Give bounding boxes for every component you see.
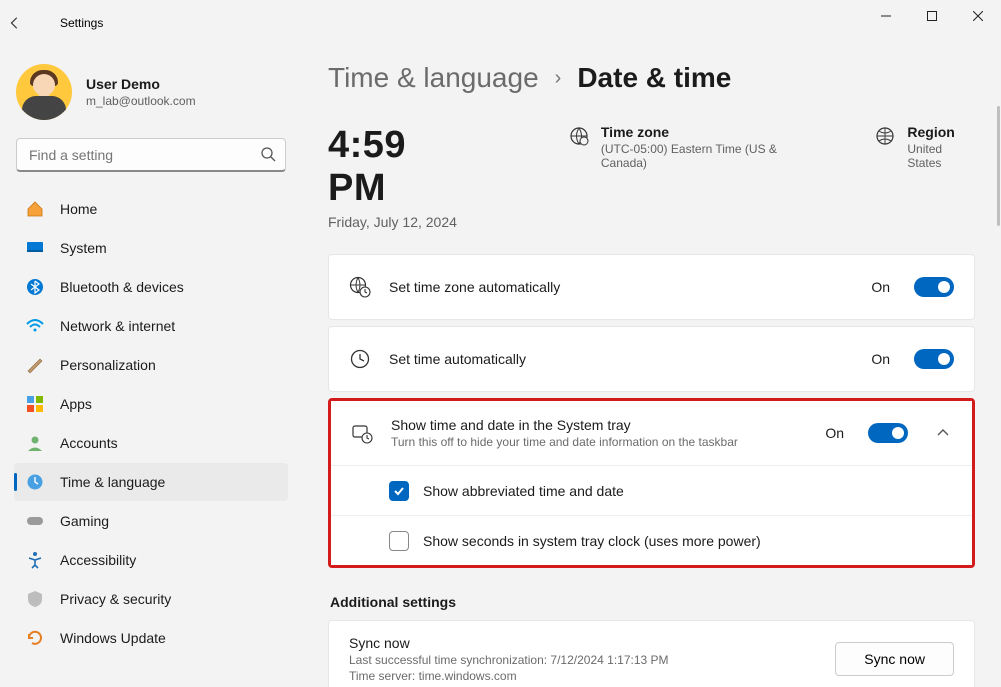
sidebar-item-label: Accessibility [60, 552, 136, 568]
sidebar-item-label: Home [60, 201, 97, 217]
row-auto-timezone[interactable]: Set time zone automatically On [328, 254, 975, 320]
globe-clock-icon [349, 276, 371, 298]
checkbox-label: Show seconds in system tray clock (uses … [423, 533, 761, 549]
update-icon [26, 629, 44, 647]
clock-icon [349, 348, 371, 370]
sidebar-item-label: Bluetooth & devices [60, 279, 184, 295]
region-label: Region [907, 124, 975, 140]
sidebar-item-apps[interactable]: Apps [14, 385, 288, 423]
sidebar-item-label: Personalization [60, 357, 156, 373]
row-title: Set time automatically [389, 351, 853, 367]
sync-card: Sync now Last successful time synchroniz… [328, 620, 975, 687]
sidebar-item-home[interactable]: Home [14, 190, 288, 228]
gamepad-icon [26, 512, 44, 530]
toggle-auto-time[interactable] [914, 349, 954, 369]
window-controls [863, 0, 1001, 32]
timezone-value: (UTC-05:00) Eastern Time (US & Canada) [601, 142, 816, 170]
chevron-up-icon[interactable] [936, 426, 952, 440]
search-wrap [16, 138, 286, 172]
accessibility-icon [26, 551, 44, 569]
current-date: Friday, July 12, 2024 [328, 214, 469, 230]
user-email: m_lab@outlook.com [86, 94, 196, 108]
person-icon [26, 434, 44, 452]
close-button[interactable] [955, 0, 1001, 32]
toggle-auto-timezone[interactable] [914, 277, 954, 297]
window-title: Settings [60, 16, 103, 30]
search-icon [260, 146, 276, 162]
titlebar: Settings [0, 0, 1001, 46]
checkbox-abbreviated[interactable]: Show abbreviated time and date [331, 465, 972, 515]
section-heading-additional: Additional settings [330, 594, 975, 610]
sidebar-item-label: Time & language [60, 474, 165, 490]
sync-now-button[interactable]: Sync now [835, 642, 954, 676]
clock-globe-icon [26, 473, 44, 491]
sidebar: User Demo m_lab@outlook.com Home System … [0, 46, 300, 687]
chevron-right-icon: › [555, 67, 562, 90]
checkbox-icon[interactable] [389, 481, 409, 501]
back-button[interactable] [8, 16, 42, 30]
apps-icon [26, 395, 44, 413]
minimize-button[interactable] [863, 0, 909, 32]
sidebar-item-time-language[interactable]: Time & language [14, 463, 288, 501]
row-title: Show time and date in the System tray [391, 417, 807, 433]
bluetooth-icon [26, 278, 44, 296]
shield-icon [26, 590, 44, 608]
sidebar-item-label: Apps [60, 396, 92, 412]
row-auto-time[interactable]: Set time automatically On [328, 326, 975, 392]
region-icon [875, 126, 895, 146]
region-value: United States [907, 142, 975, 170]
sidebar-item-accounts[interactable]: Accounts [14, 424, 288, 462]
checkbox-icon[interactable] [389, 531, 409, 551]
toggle-state-label: On [871, 279, 890, 295]
sidebar-item-privacy[interactable]: Privacy & security [14, 580, 288, 618]
breadcrumb-parent[interactable]: Time & language [328, 62, 539, 94]
sync-last: Last successful time synchronization: 7/… [349, 653, 835, 667]
home-icon [26, 200, 44, 218]
sidebar-item-gaming[interactable]: Gaming [14, 502, 288, 540]
page-title: Date & time [577, 62, 731, 94]
highlight-box: Show time and date in the System tray Tu… [328, 398, 975, 568]
paintbrush-icon [26, 356, 44, 374]
globe-icon [569, 126, 589, 146]
taskbar-clock-icon [351, 422, 373, 444]
sync-server: Time server: time.windows.com [349, 669, 835, 683]
sidebar-item-label: Windows Update [60, 630, 166, 646]
sidebar-item-label: Network & internet [60, 318, 175, 334]
search-input[interactable] [16, 138, 286, 172]
avatar [16, 64, 72, 120]
system-icon [26, 239, 44, 257]
toggle-state-label: On [825, 425, 844, 441]
row-title: Set time zone automatically [389, 279, 853, 295]
row-subtitle: Turn this off to hide your time and date… [391, 435, 807, 449]
row-systray-time[interactable]: Show time and date in the System tray Tu… [331, 401, 972, 465]
sidebar-item-label: Privacy & security [60, 591, 171, 607]
sidebar-item-label: System [60, 240, 107, 256]
sidebar-item-personalization[interactable]: Personalization [14, 346, 288, 384]
sidebar-item-network[interactable]: Network & internet [14, 307, 288, 345]
sync-title: Sync now [349, 635, 835, 651]
sidebar-item-bluetooth[interactable]: Bluetooth & devices [14, 268, 288, 306]
timezone-label: Time zone [601, 124, 816, 140]
main-content: Time & language › Date & time 4:59 PM Fr… [300, 46, 1001, 687]
checkbox-seconds[interactable]: Show seconds in system tray clock (uses … [331, 515, 972, 565]
toggle-state-label: On [871, 351, 890, 367]
scrollbar-thumb[interactable] [997, 106, 1000, 226]
checkbox-label: Show abbreviated time and date [423, 483, 624, 499]
sidebar-item-label: Gaming [60, 513, 109, 529]
user-name: User Demo [86, 76, 196, 92]
sidebar-item-label: Accounts [60, 435, 118, 451]
maximize-button[interactable] [909, 0, 955, 32]
toggle-systray-time[interactable] [868, 423, 908, 443]
sidebar-item-windows-update[interactable]: Windows Update [14, 619, 288, 657]
scrollbar[interactable] [995, 46, 1001, 687]
sidebar-nav: Home System Bluetooth & devices Network … [10, 190, 292, 657]
sidebar-item-system[interactable]: System [14, 229, 288, 267]
user-tile[interactable]: User Demo m_lab@outlook.com [10, 54, 292, 138]
wifi-icon [26, 317, 44, 335]
current-time: 4:59 PM [328, 124, 469, 210]
sidebar-item-accessibility[interactable]: Accessibility [14, 541, 288, 579]
info-row: 4:59 PM Friday, July 12, 2024 Time zone … [328, 124, 975, 230]
breadcrumb: Time & language › Date & time [328, 62, 975, 94]
